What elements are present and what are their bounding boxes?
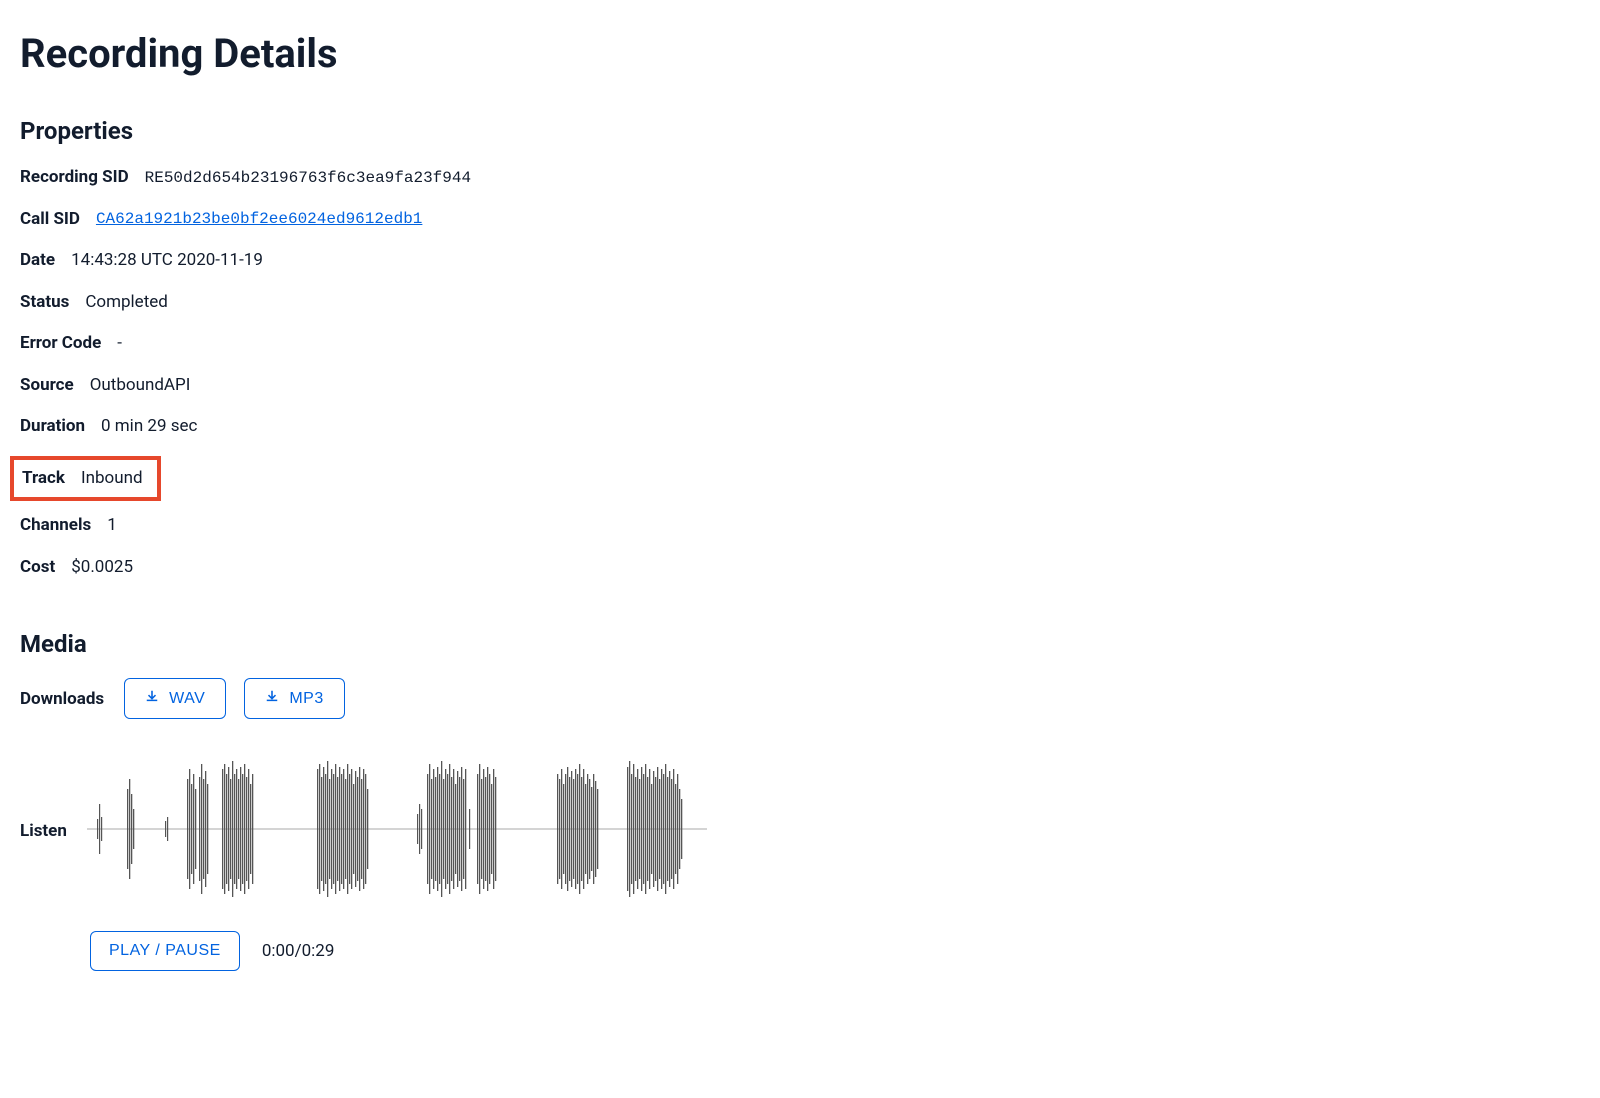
property-label: Cost	[20, 555, 55, 581]
property-label: Track	[22, 466, 65, 492]
property-value: RE50d2d654b23196763f6c3ea9fa23f944	[145, 166, 471, 190]
call-sid-link[interactable]: CA62a1921b23be0bf2ee6024ed9612edb1	[96, 207, 422, 231]
play-pause-button[interactable]: PLAY / PAUSE	[90, 931, 240, 971]
property-date: Date 14:43:28 UTC 2020-11-19	[20, 248, 1580, 274]
player-controls: PLAY / PAUSE 0:00/0:29	[90, 931, 1580, 971]
download-icon	[265, 689, 279, 708]
downloads-row: Downloads WAV MP3	[20, 678, 1580, 719]
property-error-code: Error Code -	[20, 331, 1580, 357]
property-label: Status	[20, 290, 69, 316]
waveform-display[interactable]	[87, 749, 707, 913]
property-label: Channels	[20, 513, 91, 539]
property-track: Track Inbound	[22, 466, 143, 492]
property-source: Source OutboundAPI	[20, 373, 1580, 399]
download-mp3-button[interactable]: MP3	[244, 678, 344, 719]
listen-label: Listen	[20, 821, 67, 841]
media-section-title: Media	[20, 630, 1580, 658]
property-status: Status Completed	[20, 290, 1580, 316]
property-recording-sid: Recording SID RE50d2d654b23196763f6c3ea9…	[20, 165, 1580, 191]
page-title: Recording Details	[20, 30, 1580, 77]
download-wav-button[interactable]: WAV	[124, 678, 226, 719]
property-value: Inbound	[81, 466, 143, 492]
property-channels: Channels 1	[20, 513, 1580, 539]
property-label: Duration	[20, 414, 85, 440]
property-value: $0.0025	[71, 555, 133, 581]
property-label: Recording SID	[20, 165, 129, 191]
property-value: -	[117, 331, 122, 357]
property-label: Date	[20, 248, 55, 274]
property-value: 14:43:28 UTC 2020-11-19	[71, 248, 263, 274]
property-duration: Duration 0 min 29 sec	[20, 414, 1580, 440]
property-value: 0 min 29 sec	[101, 414, 197, 440]
property-label: Source	[20, 373, 74, 399]
property-label: Call SID	[20, 207, 80, 233]
download-mp3-label: MP3	[289, 690, 323, 708]
property-value: Completed	[85, 290, 168, 316]
download-wav-label: WAV	[169, 690, 205, 708]
track-highlight-box: Track Inbound	[10, 456, 161, 502]
properties-section-title: Properties	[20, 117, 1580, 145]
property-value: OutboundAPI	[90, 373, 191, 399]
download-icon	[145, 689, 159, 708]
downloads-label: Downloads	[20, 689, 104, 709]
property-cost: Cost $0.0025	[20, 555, 1580, 581]
property-call-sid: Call SID CA62a1921b23be0bf2ee6024ed9612e…	[20, 207, 1580, 233]
listen-row: Listen	[20, 749, 1580, 913]
property-value: 1	[107, 513, 117, 539]
time-display: 0:00/0:29	[262, 941, 335, 961]
property-label: Error Code	[20, 331, 101, 357]
